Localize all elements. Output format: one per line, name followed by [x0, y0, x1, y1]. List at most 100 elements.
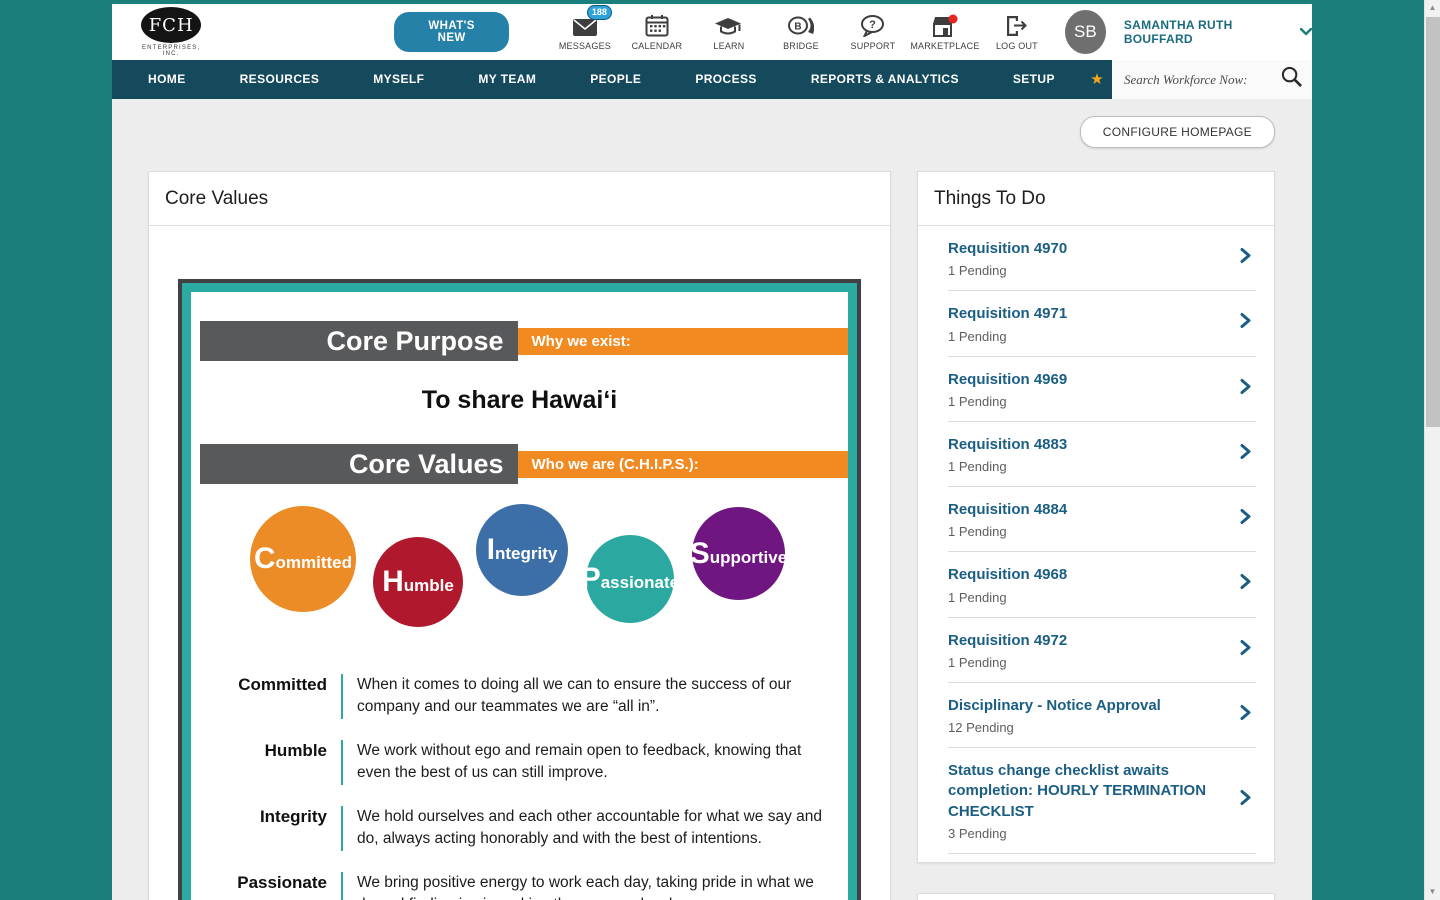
- logout-icon: [981, 13, 1053, 37]
- core-purpose-banner: Core Purpose Why we exist:: [191, 321, 848, 361]
- company-logo[interactable]: FCH ENTERPRISES, INC.: [134, 7, 208, 57]
- bridge-label: BRIDGE: [783, 41, 819, 51]
- todo-item-pending: 1 Pending: [948, 524, 1007, 540]
- nav-item-myself[interactable]: MYSELF: [346, 60, 451, 99]
- nav-item-home[interactable]: HOME: [121, 60, 213, 99]
- divider: [341, 871, 343, 900]
- todo-item-pending: 1 Pending: [948, 263, 1007, 279]
- core-values-banner: Core Values Who we are (C.H.I.P.S.):: [191, 444, 848, 484]
- user-menu[interactable]: SAMANTHA RUTH BOUFFARD: [1124, 18, 1312, 46]
- chevron-right-icon: [1239, 704, 1252, 725]
- core-purpose-heading: Core Purpose: [200, 321, 518, 361]
- search-icon[interactable]: [1281, 66, 1303, 93]
- calendar-button[interactable]: CALENDAR: [621, 13, 693, 51]
- core-values-heading: Core Values: [200, 444, 518, 484]
- configure-homepage-button[interactable]: CONFIGURE HOMEPAGE: [1079, 116, 1275, 148]
- learn-label: LEARN: [713, 41, 745, 51]
- todo-item-title: Requisition 4969: [948, 370, 1068, 388]
- todo-item-title: Requisition 4883: [948, 435, 1068, 453]
- user-avatar[interactable]: SB: [1064, 10, 1106, 54]
- todo-item-disciplinary-notice-approval[interactable]: Disciplinary - Notice Approval 12 Pendin…: [918, 683, 1274, 747]
- todo-item-status-change-checklist[interactable]: Status change checklist awaits completio…: [918, 748, 1274, 853]
- definition-text: We work without ego and remain open to f…: [357, 741, 802, 782]
- chevron-right-icon: [1239, 639, 1252, 660]
- chevron-down-icon: [1299, 23, 1312, 41]
- value-circle-humble: Humble: [373, 537, 463, 627]
- nav-items: HOME RESOURCES MYSELF MY TEAM PEOPLE PRO…: [112, 60, 1082, 99]
- page-content: CONFIGURE HOMEPAGE Core Values Core Purp…: [112, 116, 1312, 900]
- logout-button[interactable]: LOG OUT: [981, 13, 1053, 51]
- core-values-poster-inner: Core Purpose Why we exist: To share Hawa…: [182, 283, 857, 900]
- definition-humble: Humble We work without ego and remain op…: [207, 739, 822, 785]
- dashboards-title: Dashboards: [918, 894, 1274, 900]
- logout-label: LOG OUT: [995, 41, 1038, 51]
- definition-passionate: Passionate We bring positive energy to w…: [207, 871, 822, 900]
- core-values-card: Core Values Core Purpose Why we exist: T…: [148, 171, 891, 900]
- user-name: SAMANTHA RUTH BOUFFARD: [1123, 18, 1233, 46]
- configure-row: CONFIGURE HOMEPAGE: [148, 116, 1275, 148]
- favorites-star-icon[interactable]: [1082, 60, 1112, 99]
- todo-item-requisition-4883[interactable]: Requisition 4883 1 Pending: [918, 422, 1274, 486]
- todo-item-title: Requisition 4884: [948, 501, 1068, 518]
- search-input[interactable]: [1124, 71, 1281, 88]
- divider: [341, 805, 343, 851]
- definition-term: Integrity: [259, 806, 327, 826]
- support-button[interactable]: ? SUPPORT: [837, 13, 909, 51]
- circle-label: Integrity: [486, 533, 558, 566]
- messages-label: MESSAGES: [558, 41, 611, 51]
- messages-badge: 188: [586, 5, 612, 20]
- scrollbar-down-arrow[interactable]: ▼: [1425, 884, 1440, 900]
- circle-label: Supportive: [689, 536, 788, 570]
- svg-text:B: B: [794, 22, 801, 33]
- dashboards-card: Dashboards: [917, 892, 1275, 900]
- messages-button[interactable]: 188 MESSAGES: [549, 5, 621, 51]
- chevron-right-icon: [1239, 509, 1252, 530]
- core-purpose-subheading: Why we exist:: [517, 327, 848, 355]
- nav-item-reports-analytics[interactable]: REPORTS & ANALYTICS: [784, 60, 986, 99]
- chevron-right-icon: [1239, 248, 1252, 269]
- todo-item-requisition-4970[interactable]: Requisition 4970 1 Pending: [918, 226, 1274, 290]
- svg-text:?: ?: [870, 19, 877, 31]
- learn-button[interactable]: LEARN: [693, 13, 765, 51]
- todo-item-requisition-4971[interactable]: Requisition 4971 1 Pending: [918, 291, 1274, 355]
- calendar-icon: [621, 13, 693, 37]
- bridge-button[interactable]: B BRIDGE: [765, 13, 837, 51]
- circle-label: Humble: [382, 565, 454, 598]
- support-label: SUPPORT: [850, 41, 896, 51]
- value-circle-supportive: Supportive: [689, 507, 788, 600]
- whats-new-button[interactable]: WHAT'S NEW: [394, 12, 509, 52]
- nav-item-setup[interactable]: SETUP: [986, 60, 1082, 99]
- nav-item-process[interactable]: PROCESS: [668, 60, 783, 99]
- chevron-right-icon: [1239, 443, 1252, 464]
- todo-item-requisition-4972[interactable]: Requisition 4972 1 Pending: [918, 618, 1274, 682]
- definition-term: Passionate: [237, 872, 327, 892]
- divider: [341, 674, 343, 719]
- scrollbar-up-arrow[interactable]: ▲: [1425, 0, 1440, 16]
- value-circle-committed: Committed: [250, 506, 356, 612]
- todo-item-pending: 3 Pending: [948, 825, 1007, 841]
- bridge-icon: B: [765, 13, 837, 37]
- things-to-do-card: Things To Do Requisition 4970 1 Pending …: [917, 171, 1275, 863]
- todo-item-pending: 1 Pending: [948, 589, 1007, 605]
- scrollbar-thumb[interactable]: [1426, 17, 1440, 427]
- core-values-card-title: Core Values: [149, 172, 890, 226]
- todo-item-pending: 1 Pending: [948, 328, 1007, 344]
- todo-item-title: Requisition 4970: [948, 240, 1068, 257]
- todo-item-requisition-4969[interactable]: Requisition 4969 1 Pending: [918, 357, 1274, 421]
- nav-item-resources[interactable]: RESOURCES: [213, 60, 347, 99]
- marketplace-button[interactable]: MARKETPLACE: [909, 13, 981, 51]
- todo-item-requisition-4884[interactable]: Requisition 4884 1 Pending: [918, 487, 1274, 551]
- learn-icon: [693, 13, 765, 37]
- definition-text: When it comes to doing all we can to ens…: [357, 676, 792, 716]
- search-box: [1112, 60, 1312, 99]
- nav-item-people[interactable]: PEOPLE: [563, 60, 668, 99]
- things-to-do-title: Things To Do: [918, 172, 1274, 226]
- core-values-poster: Core Purpose Why we exist: To share Hawa…: [178, 279, 861, 900]
- definition-text: We hold ourselves and each other account…: [357, 807, 822, 848]
- chevron-right-icon: [1239, 313, 1252, 334]
- core-purpose-statement: To share Hawaiʻi: [421, 386, 618, 414]
- nav-item-my-team[interactable]: MY TEAM: [451, 60, 563, 99]
- company-logo-oval: FCH: [141, 7, 202, 43]
- todo-item-requisition-4968[interactable]: Requisition 4968 1 Pending: [918, 552, 1274, 616]
- vertical-scrollbar[interactable]: ▲ ▼: [1424, 0, 1440, 900]
